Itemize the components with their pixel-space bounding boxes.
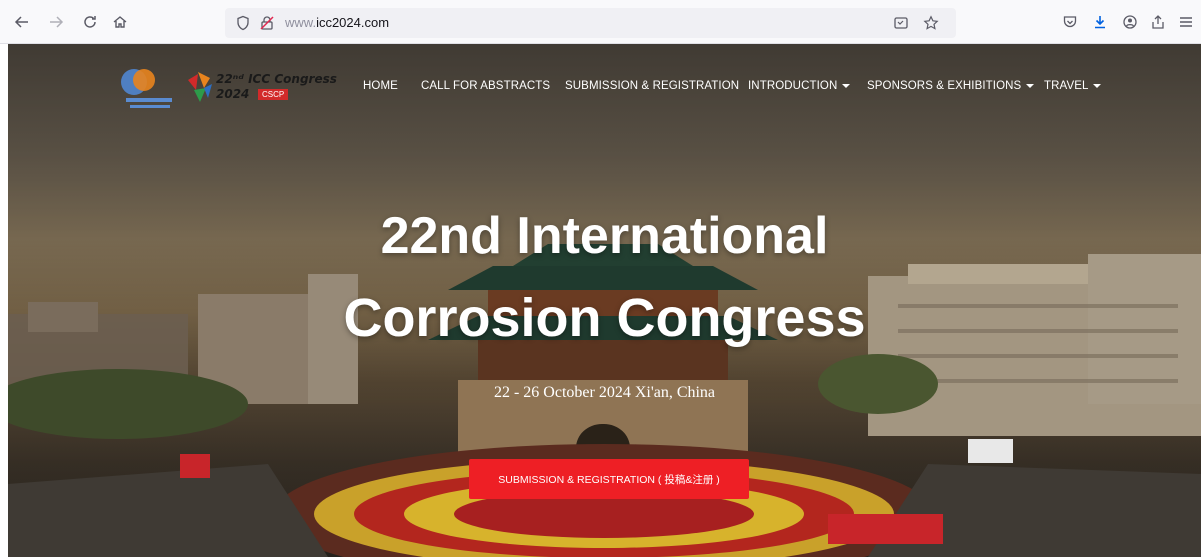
nav-introduction-label: INTRODUCTION [748, 80, 838, 92]
nav-sponsors-exhibitions[interactable]: SPONSORS & EXHIBITIONS [867, 80, 1035, 92]
hero-subtitle: 22 - 26 October 2024 Xi'an, China [493, 384, 716, 401]
downloads-icon[interactable] [1088, 10, 1112, 34]
caret-down-icon [842, 83, 851, 88]
nav-call-for-abstracts[interactable]: CALL FOR ABSTRACTS [421, 80, 550, 92]
pocket-icon[interactable] [1058, 10, 1082, 34]
menu-icon[interactable] [1174, 10, 1198, 34]
address-bar[interactable]: www.icc2024.com [225, 8, 956, 38]
icc-congress-2024-logo[interactable]: 22ⁿᵈ ICC Congress 2024 CSCP [184, 70, 337, 106]
hero-section: 22ⁿᵈ ICC Congress 2024 CSCP HOME CALL FO… [8, 44, 1201, 557]
submission-registration-button[interactable]: SUBMISSION & REGISTRATION ( 投稿&注册 ) [469, 459, 749, 499]
nav-introduction[interactable]: INTRODUCTION [748, 80, 851, 92]
home-icon[interactable] [108, 10, 132, 34]
url-host: www. [285, 15, 317, 30]
reload-icon[interactable] [78, 10, 102, 34]
share-icon[interactable] [1146, 10, 1170, 34]
congress-logo-badge: CSCP [258, 89, 289, 100]
nav-travel[interactable]: TRAVEL [1044, 80, 1102, 92]
bookmark-star-icon[interactable] [919, 11, 943, 35]
nav-travel-label: TRAVEL [1044, 80, 1089, 92]
hero-title-line2: Corrosion Congress [343, 288, 866, 348]
url-domain: icc2024.com [316, 15, 390, 30]
back-icon[interactable] [10, 10, 34, 34]
nav-submission-registration[interactable]: SUBMISSION & REGISTRATION [565, 80, 739, 92]
congress-logo-year: 2024 [216, 87, 250, 101]
account-icon[interactable] [1118, 10, 1142, 34]
forward-icon[interactable] [44, 10, 68, 34]
reader-view-icon[interactable] [889, 11, 913, 35]
url-text[interactable]: www.icc2024.com [285, 15, 389, 30]
shield-icon[interactable] [231, 11, 255, 35]
hero-title-line1: 22nd International [380, 207, 829, 265]
congress-emblem-icon [188, 72, 212, 102]
insecure-lock-icon[interactable] [255, 11, 279, 35]
nav-sponsors-label: SPONSORS & EXHIBITIONS [867, 80, 1022, 92]
nav-home[interactable]: HOME [363, 80, 398, 92]
icc-logo[interactable] [116, 66, 178, 112]
congress-logo-title: 22ⁿᵈ ICC Congress [216, 72, 337, 86]
caret-down-icon [1093, 83, 1102, 88]
caret-down-icon [1026, 83, 1035, 88]
browser-toolbar: www.icc2024.com [0, 0, 1201, 44]
